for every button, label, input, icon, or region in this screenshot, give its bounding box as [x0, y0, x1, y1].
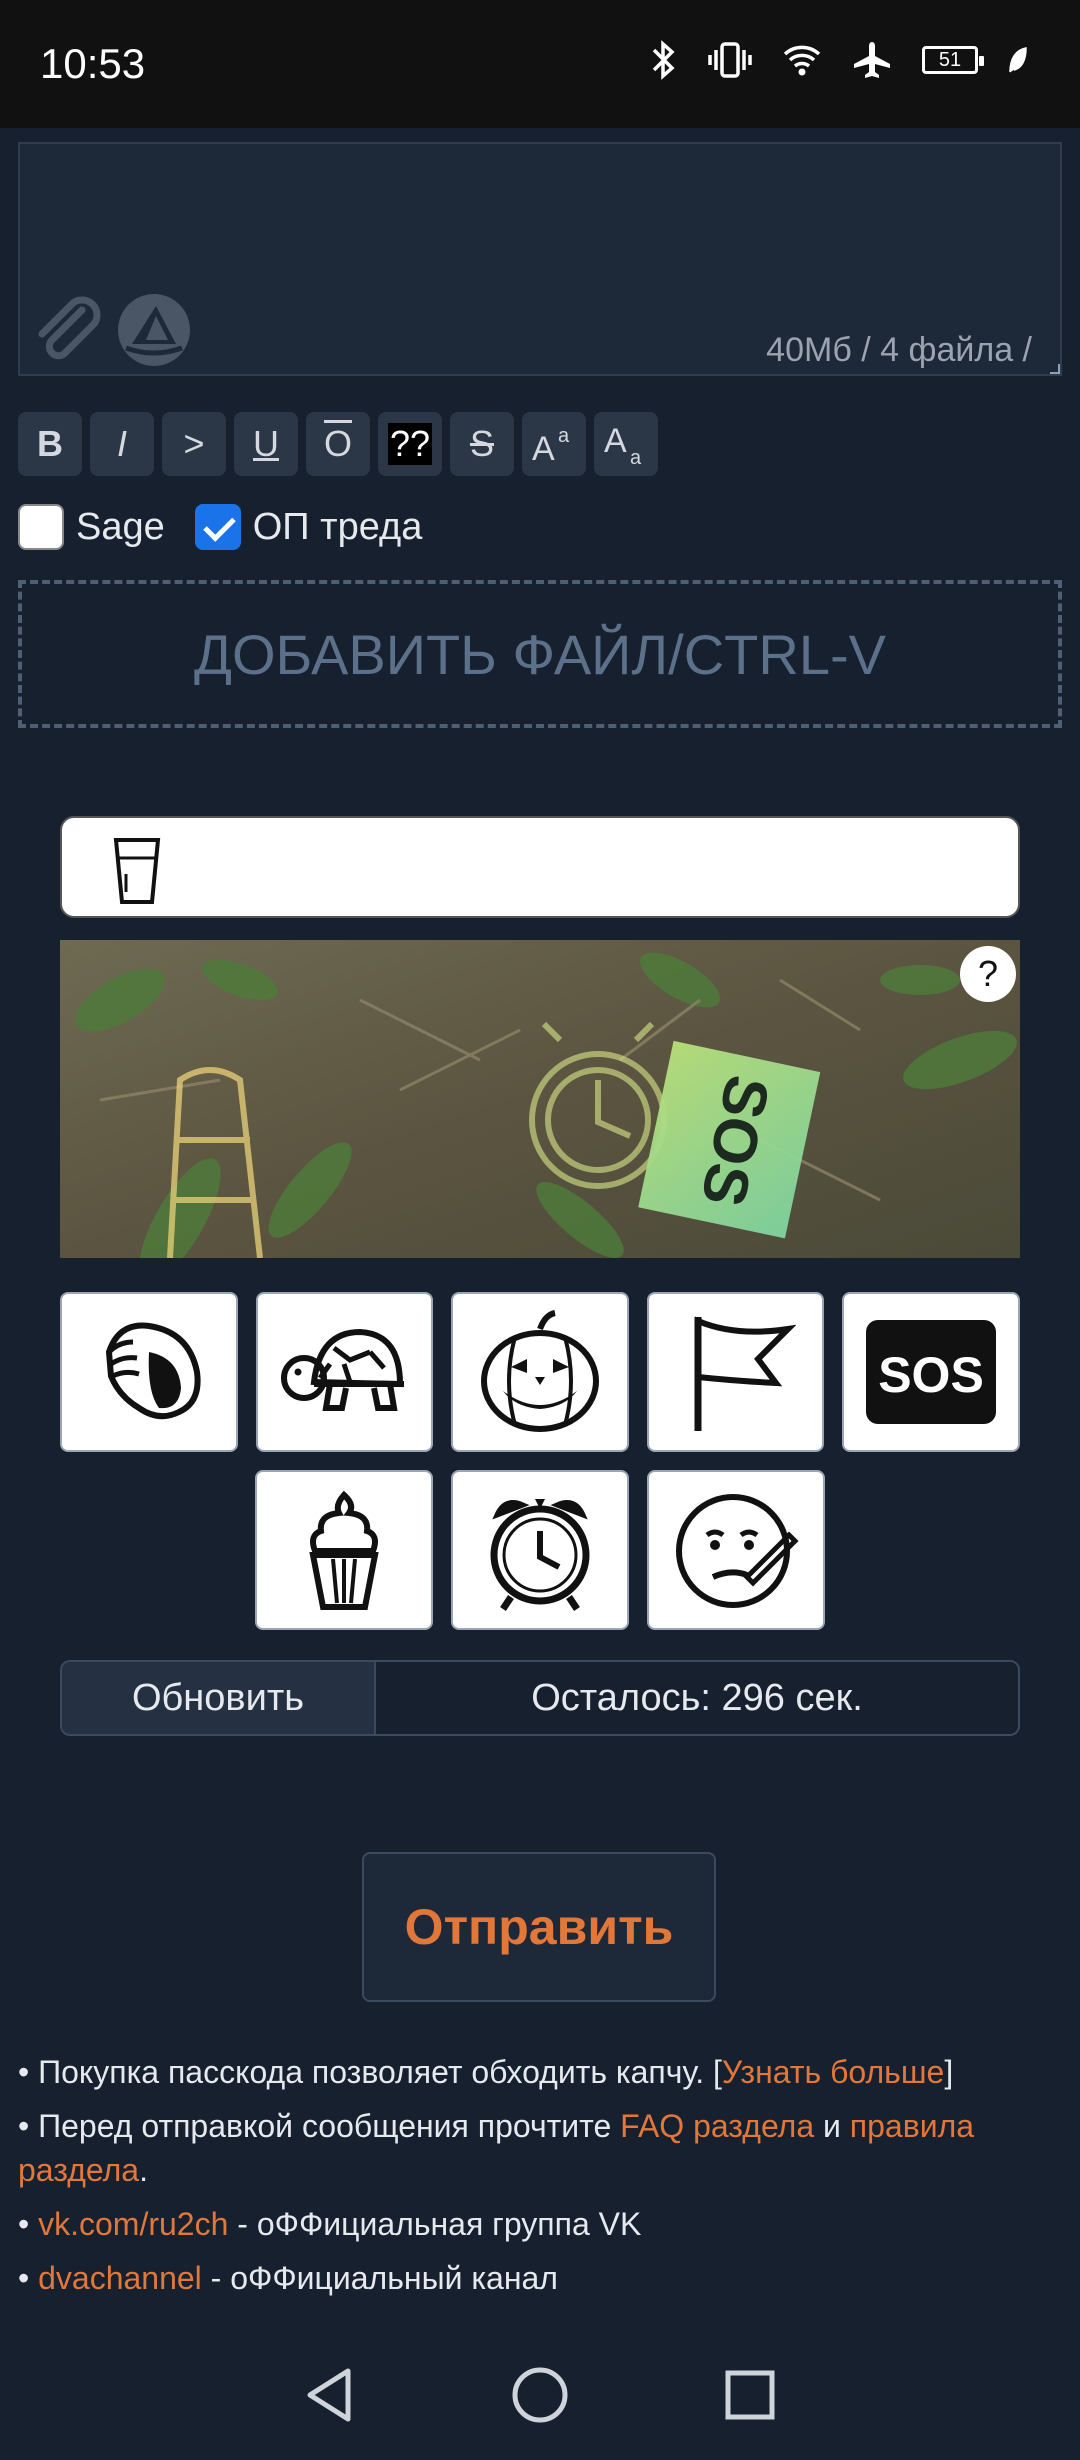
note-rules: • Перед отправкой сообщения прочтите FAQ… [18, 2104, 1062, 2192]
italic-button[interactable]: I [90, 412, 154, 476]
choice-ice-cream[interactable] [255, 1470, 433, 1630]
back-icon[interactable] [300, 2365, 360, 2425]
sage-label: Sage [76, 505, 165, 548]
captcha-image: SOS ? [60, 940, 1020, 1258]
choice-shell[interactable] [60, 1292, 238, 1452]
airplane-icon [854, 42, 890, 78]
navigation-bar [0, 2330, 1080, 2460]
note-text: • Покупка пасскода позволяет обходить ка… [18, 2054, 722, 2090]
overline-button[interactable]: O [306, 412, 370, 476]
svg-text:A: A [532, 430, 555, 464]
spoiler-button[interactable]: ?? [378, 412, 442, 476]
channel-link[interactable]: dvachannel [38, 2260, 202, 2296]
svg-text:a: a [558, 425, 570, 447]
note-vk: • vk.com/ru2ch - оФФициальная группа VK [18, 2206, 642, 2242]
choice-turtle[interactable] [255, 1292, 434, 1452]
choice-pumpkin[interactable] [451, 1292, 629, 1452]
faq-link[interactable]: FAQ раздела [620, 2108, 814, 2144]
quote-button[interactable]: > [162, 412, 226, 476]
post-options: Sage ОП треда [18, 504, 422, 550]
note-text: • Перед отправкой сообщения прочтите [18, 2108, 621, 2144]
flag-icon [694, 1316, 796, 1431]
pumpkin-icon [481, 1310, 599, 1432]
info-notes: • Покупка пасскода позволяет обходить ка… [18, 2050, 1062, 2310]
strike-label: S [469, 423, 494, 464]
status-icons: 51 [650, 40, 1028, 80]
captcha-help-button[interactable]: ? [960, 946, 1016, 1002]
underline-label: U [253, 423, 279, 464]
home-icon[interactable] [510, 2365, 570, 2425]
refresh-button[interactable]: Обновить [62, 1662, 376, 1734]
textarea-icons [30, 292, 192, 368]
resize-handle[interactable] [1050, 364, 1060, 374]
op-label: ОП треда [252, 505, 423, 548]
format-toolbar: B I > U O ?? S Aa Aa [18, 412, 658, 476]
subscript-button[interactable]: Aa [594, 412, 658, 476]
captcha-timer: Осталось: 296 сек. [531, 1676, 863, 1719]
quote-label: > [183, 423, 205, 464]
note-passcode: • Покупка пасскода позволяет обходить ка… [18, 2050, 1062, 2094]
choice-alarm-clock[interactable] [451, 1470, 629, 1630]
dropzone-label: ДОБАВИТЬ ФАЙЛ/CTRL-V [194, 622, 886, 686]
choice-sos[interactable]: SOS [842, 1292, 1020, 1452]
glass-icon [113, 838, 161, 904]
recents-icon[interactable] [720, 2365, 780, 2425]
sick-face-icon [676, 1494, 799, 1608]
turtle-icon [281, 1328, 405, 1411]
submit-label: Отправить [404, 1899, 674, 1955]
bold-label: B [37, 423, 63, 464]
captcha-picture: SOS [60, 940, 1020, 1258]
underline-button[interactable]: U [234, 412, 298, 476]
leaf-icon [1009, 47, 1027, 73]
note-channel: • dvachannel - оФФициальный канал [18, 2260, 558, 2296]
captcha-controls: Обновить Осталось: 296 сек. [60, 1660, 1020, 1736]
paperclip-icon[interactable] [30, 292, 106, 368]
wifi-icon [783, 45, 821, 76]
note-text: ] [944, 2054, 954, 2090]
vk-link[interactable]: vk.com/ru2ch [38, 2206, 228, 2242]
bluetooth-icon [652, 40, 675, 80]
note-text: и [814, 2108, 850, 2144]
note-text: - оФФициальная группа VK [228, 2206, 642, 2242]
overline-label: O [323, 423, 352, 464]
ice-cream-icon [309, 1490, 379, 1610]
sos-icon: SOS [866, 1320, 997, 1424]
bold-button[interactable]: B [18, 412, 82, 476]
note-text: . [139, 2152, 148, 2188]
message-textarea[interactable]: 40Мб / 4 файла / [18, 142, 1062, 376]
strike-button[interactable]: S [450, 412, 514, 476]
file-limit-label: 40Мб / 4 файла / [766, 331, 1032, 369]
sos-text: SOS [878, 1347, 984, 1403]
svg-text:a: a [630, 447, 642, 466]
status-bar: 10:53 51 [0, 0, 1080, 128]
choice-flag[interactable] [646, 1292, 825, 1452]
op-checkbox[interactable] [194, 504, 241, 550]
choice-sick-face[interactable] [647, 1470, 825, 1630]
captcha-choices: SOS [60, 1292, 1020, 1648]
alarm-clock-icon [490, 1499, 590, 1611]
captcha-answer-field[interactable] [60, 816, 1020, 918]
superscript-icon: Aa [532, 425, 570, 464]
add-file-dropzone[interactable]: ДОБАВИТЬ ФАЙЛ/CTRL-V [18, 580, 1062, 728]
submit-button[interactable]: Отправить [362, 1852, 716, 2002]
status-time: 10:53 [40, 40, 146, 87]
sailboat-logo-icon[interactable] [116, 292, 192, 368]
svg-text:A: A [604, 422, 627, 460]
note-text: - оФФициальный канал [201, 2260, 558, 2296]
italic-label: I [116, 423, 127, 464]
learn-more-link[interactable]: Узнать больше [722, 2054, 944, 2090]
shell-icon [105, 1322, 201, 1420]
battery-icon: 51 [922, 46, 984, 74]
vibrate-icon [708, 42, 752, 78]
spoiler-label: ?? [387, 423, 433, 465]
superscript-button[interactable]: Aa [522, 412, 586, 476]
sage-checkbox[interactable] [18, 504, 64, 550]
subscript-icon: Aa [604, 422, 642, 466]
